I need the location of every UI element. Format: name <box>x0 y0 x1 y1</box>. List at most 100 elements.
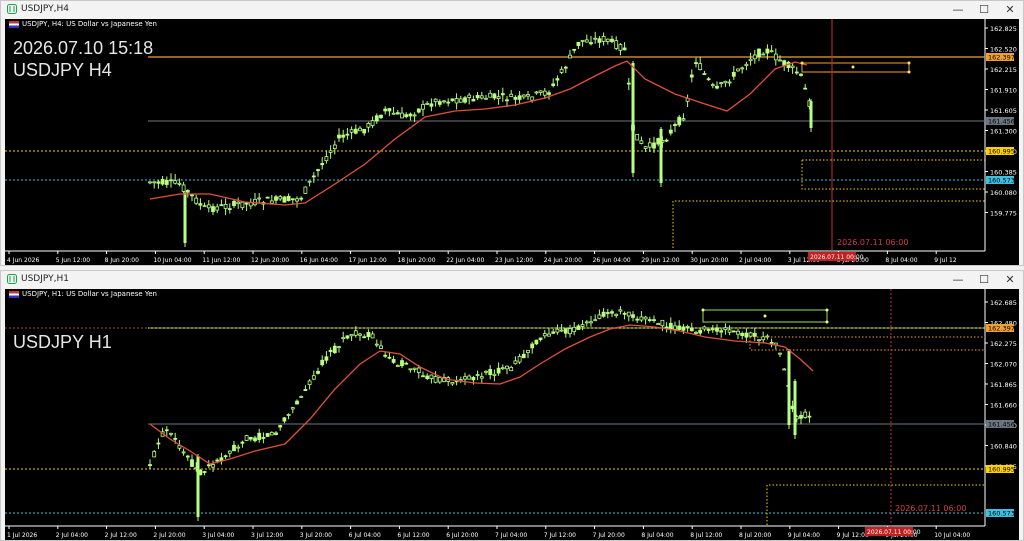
price-label: 162.275 <box>990 340 1017 348</box>
candle-body <box>223 455 228 458</box>
candle-body <box>492 373 497 376</box>
candle-body <box>639 140 644 144</box>
time-label: 8 Jul 04:00 <box>885 257 917 264</box>
candle-body <box>416 108 421 113</box>
maximize-button[interactable]: ☐ <box>971 272 997 288</box>
time-label: 23 Jun 12:00 <box>495 257 533 264</box>
candle-body <box>631 314 635 318</box>
candle-body <box>752 333 757 337</box>
candle-body <box>530 96 535 101</box>
candle-body <box>202 205 207 208</box>
candle-body <box>659 129 663 183</box>
candle-body <box>286 195 291 202</box>
candle-body <box>685 325 690 328</box>
candle-body <box>215 206 220 211</box>
candle-body <box>181 184 186 192</box>
candle-body <box>589 42 593 45</box>
future-time-text: 2026.07.11 06:00 <box>895 504 966 513</box>
candle-body <box>715 327 719 332</box>
object-handle <box>701 308 705 312</box>
candle-body <box>803 87 808 90</box>
candle-body <box>383 354 388 357</box>
candle-body <box>631 63 635 173</box>
candle-body <box>236 446 241 449</box>
candle-body <box>295 198 299 202</box>
time-label: 18 Jun 20:00 <box>397 257 435 264</box>
candle-body <box>169 179 173 182</box>
candle-body <box>601 36 606 42</box>
candle-body <box>332 345 337 354</box>
candle-body <box>156 181 161 184</box>
candle-body <box>345 335 350 339</box>
candle-body <box>765 48 770 54</box>
candle-body <box>731 71 736 77</box>
object-handle <box>851 65 855 69</box>
candle-body <box>668 129 673 134</box>
candle-body <box>194 197 199 204</box>
candle-body <box>227 450 232 454</box>
candle-body <box>555 328 560 333</box>
price-chart-h4[interactable]: 162.825 162.520 162.215 161.910 161.605 161.3… <box>5 19 1019 265</box>
close-button[interactable]: ✕ <box>997 2 1023 18</box>
candle-body <box>809 101 813 128</box>
price-chart-h1[interactable]: 162.685 162.480 162.275 162.070 161.865 161.6… <box>5 289 1019 540</box>
candle-body <box>253 198 257 206</box>
candle-body <box>269 200 274 204</box>
window-titlebar[interactable]: USDJPY,H4 — ☐ ✕ <box>1 1 1023 19</box>
candle-body <box>240 201 245 209</box>
close-button[interactable]: ✕ <box>997 272 1023 288</box>
candle-body <box>509 366 514 372</box>
time-label: 2 Jul 12:00 <box>105 532 137 539</box>
candle-body <box>148 464 152 467</box>
candle-body <box>311 175 316 178</box>
candle-body <box>345 133 350 136</box>
time-label: 12 Jun 20:00 <box>251 257 289 264</box>
price-label: 162.825 <box>990 25 1017 33</box>
candle-body <box>261 437 266 439</box>
candle-body <box>559 329 564 332</box>
symbol-overlay: USDJPY H4 <box>13 60 112 80</box>
minimize-button[interactable]: — <box>945 2 971 18</box>
candle-body <box>580 324 585 327</box>
price-label: 161.300 <box>990 128 1017 136</box>
candle-body <box>521 94 526 98</box>
candle-body <box>446 101 451 104</box>
price-label: 160.385 <box>990 169 1017 177</box>
candle-body <box>223 204 228 209</box>
minimize-button[interactable]: — <box>945 272 971 288</box>
candle-body <box>622 47 627 51</box>
time-label: 24 Jun 20:00 <box>544 257 582 264</box>
candle-body <box>652 142 656 149</box>
candle-body <box>761 53 766 56</box>
candle-body <box>542 333 547 337</box>
time-label: 2 Jul 20:00 <box>153 532 185 539</box>
candle-body <box>164 179 169 185</box>
candle-body <box>164 429 169 432</box>
candle-body <box>605 312 610 314</box>
candle-body <box>358 333 362 336</box>
candle-body <box>400 360 404 367</box>
chart-window-h1[interactable]: USDJPY,H1 — ☐ ✕ 162.685 162.480 162.275 162… <box>0 270 1024 541</box>
price-label: 162.520 <box>990 46 1017 54</box>
candle-body <box>433 376 438 383</box>
chart-window-h4[interactable]: USDJPY,H4 — ☐ ✕ 162.825 162.520 162.215 161… <box>0 0 1024 266</box>
candle-body <box>286 414 291 416</box>
candle-body <box>563 66 568 69</box>
candle-body <box>794 71 799 74</box>
candle-body <box>337 346 341 349</box>
window-titlebar[interactable]: USDJPY,H1 — ☐ ✕ <box>1 271 1023 289</box>
candle-body <box>374 115 379 122</box>
time-label: 3 Jul 04:00 <box>202 532 234 539</box>
maximize-button[interactable]: ☐ <box>971 2 997 18</box>
candle-body <box>303 186 308 194</box>
candle-body <box>769 50 774 53</box>
candle-body <box>727 329 732 333</box>
candle-body <box>303 389 308 391</box>
candle-body <box>282 417 287 422</box>
price-label: 162.215 <box>990 66 1017 74</box>
candle-body <box>706 78 711 81</box>
candle-body <box>328 349 333 353</box>
candle-body <box>547 92 551 95</box>
candle-body <box>190 459 194 467</box>
symbol-overlay: USDJPY H1 <box>13 332 112 352</box>
